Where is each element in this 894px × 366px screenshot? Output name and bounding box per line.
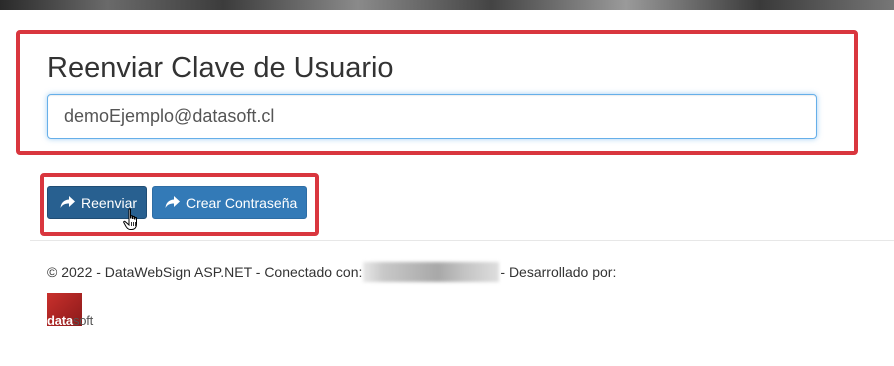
logo-text-soft: soft <box>72 313 94 328</box>
top-banner-strip <box>0 0 894 10</box>
datasoft-logo[interactable]: datasoft <box>47 293 117 329</box>
share-arrow-icon <box>60 196 75 209</box>
footer-text: © 2022 - DataWebSign ASP.NET - Conectado… <box>47 262 616 282</box>
footer-developed-by: - Desarrollado por: <box>500 264 617 280</box>
crear-contrasena-button-label: Crear Contraseña <box>186 194 298 211</box>
blurred-connection-value <box>363 262 500 282</box>
crear-contrasena-button[interactable]: Crear Contraseña <box>152 186 307 219</box>
page-title: Reenviar Clave de Usuario <box>47 52 394 84</box>
email-input[interactable] <box>47 94 817 139</box>
footer-divider <box>30 240 894 241</box>
logo-text-data: data <box>47 313 73 328</box>
logo-wordmark: datasoft <box>47 313 93 328</box>
footer-copyright: © 2022 - DataWebSign ASP.NET - Conectado… <box>47 264 363 280</box>
share-arrow-icon <box>165 196 180 209</box>
hand-pointer-cursor-icon <box>123 208 143 232</box>
